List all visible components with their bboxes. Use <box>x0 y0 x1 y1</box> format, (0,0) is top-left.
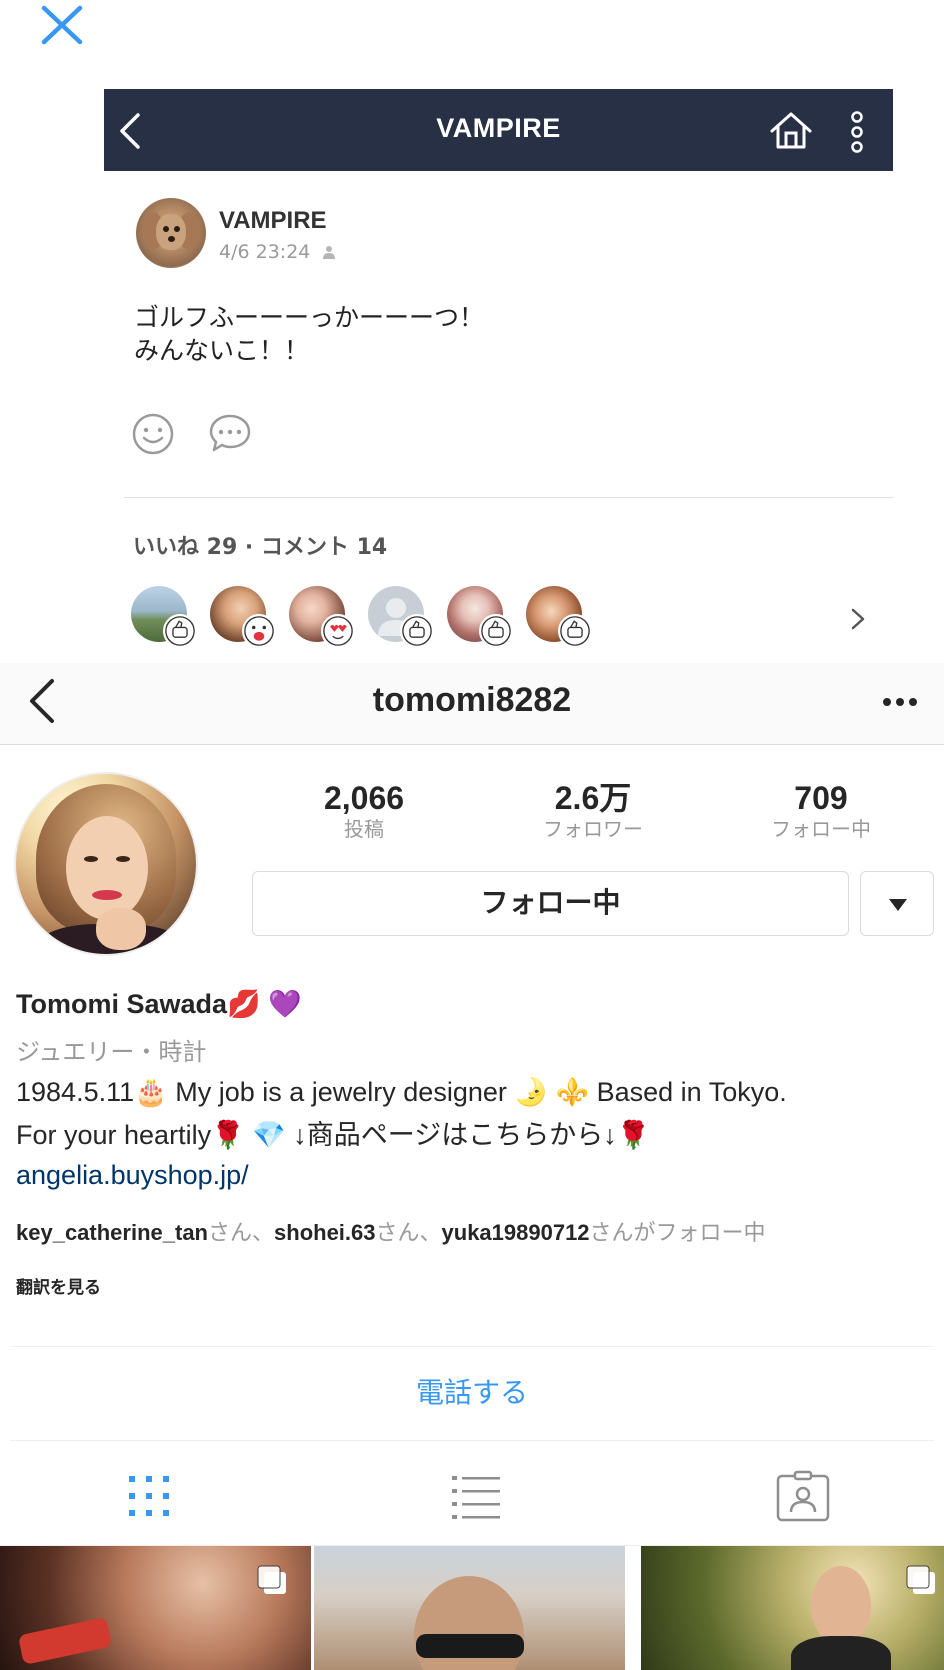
stat-label: 投稿 <box>344 817 384 841</box>
profile-username-title: tomomi8282 <box>372 681 572 719</box>
stat-followers[interactable]: 2.6万 フォロワー <box>513 780 673 842</box>
stat-label: フォロワー <box>543 817 643 841</box>
stat-value: 2.6万 <box>554 780 632 816</box>
followed-by-suffix: さんがフォロー中 <box>589 1221 766 1246</box>
post-thumbnail[interactable] <box>314 1546 625 1670</box>
thumbs-up-sticker-icon <box>560 616 590 646</box>
thumbs-up-sticker-icon <box>481 616 511 646</box>
call-button[interactable]: 電話する <box>0 1358 944 1428</box>
post-thumbnail[interactable] <box>0 1546 311 1670</box>
followed-by-text[interactable]: key_catherine_tanさん、shohei.63さん、yuka1989… <box>16 1215 936 1247</box>
profile-full-name: Tomomi Sawada💋 💜 <box>16 989 302 1019</box>
more-vertical-icon[interactable] <box>844 109 870 155</box>
grid-view-tab-icon[interactable] <box>119 1468 179 1524</box>
divider <box>124 497 894 498</box>
stat-label: フォロー中 <box>771 817 871 841</box>
reactor-avatar[interactable] <box>447 586 513 648</box>
followed-by-sep: さん、 <box>208 1221 275 1246</box>
profile-category: ジュエリー・時計 <box>16 1038 207 1066</box>
profile-bio: 1984.5.11🎂 My job is a jewelry designer … <box>16 1077 787 1150</box>
smiley-reaction-icon[interactable] <box>131 412 175 456</box>
profile-nav-bar: tomomi8282 <box>0 663 944 745</box>
divider <box>10 1440 934 1441</box>
thumbs-up-sticker-icon <box>402 616 432 646</box>
line-post-header: VAMPIRE <box>104 89 893 171</box>
multiple-posts-icon <box>906 1565 935 1594</box>
post-author-avatar[interactable] <box>136 198 206 268</box>
close-button[interactable] <box>38 2 88 48</box>
stat-following[interactable]: 709 フォロー中 <box>741 780 901 842</box>
visibility-person-icon <box>323 246 336 259</box>
post-thumbnail[interactable] <box>641 1546 944 1670</box>
following-button[interactable]: フォロー中 <box>252 871 849 936</box>
stat-posts[interactable]: 2,066 投稿 <box>284 780 444 842</box>
profile-avatar[interactable] <box>14 772 198 956</box>
see-translation-link[interactable]: 翻訳を見る <box>16 1273 101 1298</box>
divider <box>10 1346 934 1347</box>
followed-by-user[interactable]: yuka19890712 <box>442 1220 590 1245</box>
post-body-text: ゴルフふーーーっかーーーつ！ みんないこ！！ <box>134 303 485 365</box>
thumbs-up-sticker-icon <box>165 616 195 646</box>
stat-value: 2,066 <box>323 780 405 816</box>
reactor-avatar[interactable] <box>526 586 592 648</box>
heart-eyes-sticker-icon <box>323 616 353 646</box>
surprised-sticker-icon <box>244 616 274 646</box>
post-timestamp-text: 4/6 23:24 <box>219 241 311 263</box>
caret-down-icon <box>889 899 907 911</box>
suggestions-dropdown-button[interactable] <box>860 871 934 936</box>
reactor-avatar[interactable] <box>289 586 355 648</box>
multiple-posts-icon <box>257 1565 286 1594</box>
reactor-avatar-default[interactable] <box>368 586 434 648</box>
followed-by-user[interactable]: shohei.63 <box>274 1220 375 1245</box>
post-timestamp: 4/6 23:24 <box>219 241 336 263</box>
followed-by-sep: さん、 <box>375 1221 442 1246</box>
post-stats[interactable]: いいね 29 · コメント 14 <box>133 529 387 561</box>
chevron-right-icon[interactable] <box>848 606 868 632</box>
comment-bubble-icon[interactable] <box>208 412 252 456</box>
reactor-avatar[interactable] <box>210 586 276 648</box>
home-icon[interactable] <box>768 109 814 151</box>
stat-value: 709 <box>794 780 848 816</box>
tagged-photos-tab-icon[interactable] <box>773 1468 833 1524</box>
reactor-avatar[interactable] <box>131 586 197 648</box>
profile-website-link[interactable]: angelia.buyshop.jp/ <box>16 1160 249 1191</box>
more-horizontal-icon[interactable] <box>880 695 920 709</box>
followed-by-user[interactable]: key_catherine_tan <box>16 1220 208 1245</box>
close-icon <box>41 5 83 45</box>
list-view-tab-icon[interactable] <box>446 1468 506 1524</box>
post-author-name[interactable]: VAMPIRE <box>219 207 327 235</box>
